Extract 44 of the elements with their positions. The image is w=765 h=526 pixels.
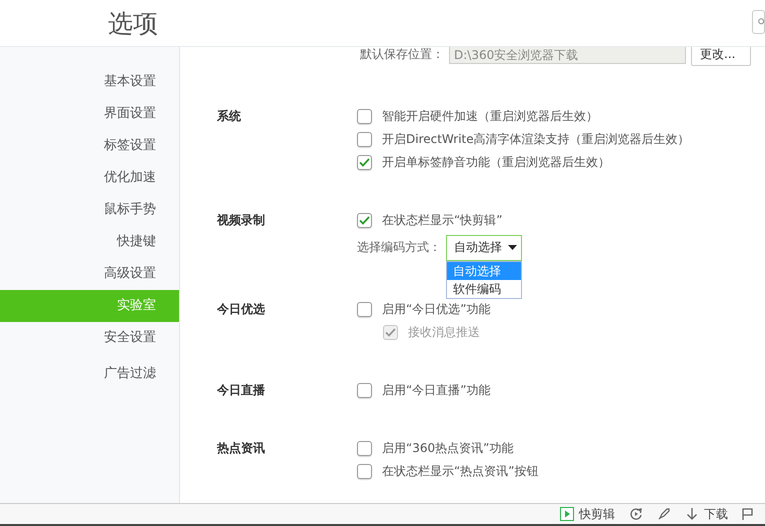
checkbox[interactable] xyxy=(357,302,372,317)
checkbox-label: 启用“360热点资讯”功能 xyxy=(382,440,514,457)
checkbox-label: 在状态栏显示“快剪辑” xyxy=(382,212,502,229)
search-field[interactable] xyxy=(752,10,765,34)
sidebar-item[interactable]: 鼠标手势 xyxy=(0,194,179,226)
status-label[interactable]: 下载 xyxy=(704,506,728,522)
checkbox-label: 智能开启硬件加速（重启浏览器后生效） xyxy=(382,108,598,125)
sidebar-item[interactable]: 广告过滤 xyxy=(0,358,179,390)
checkbox[interactable] xyxy=(357,155,372,170)
checkbox[interactable] xyxy=(357,383,372,398)
checkbox-label: 开启单标签静音功能（重启浏览器后生效） xyxy=(382,154,610,171)
checkbox-label: 启用“今日直播”功能 xyxy=(382,382,490,399)
checkbox-label: 开启DirectWrite高清字体渲染支持（重启浏览器后生效） xyxy=(382,131,690,148)
sidebar-item[interactable]: 界面设置 xyxy=(0,98,179,130)
dropdown[interactable]: 自动选择 xyxy=(446,234,522,260)
checkbox[interactable] xyxy=(357,109,372,124)
checkbox-label: 启用“今日优选”功能 xyxy=(382,301,490,318)
change-button[interactable]: 更改... xyxy=(691,47,751,66)
section-title: 今日直播 xyxy=(217,382,266,399)
section-title: 今日优选 xyxy=(217,301,266,318)
sidebar-item[interactable]: 快捷键 xyxy=(0,226,179,258)
dropdown-option[interactable]: 软件编码 xyxy=(447,280,521,298)
refresh-icon xyxy=(629,507,643,521)
section-title: 视频录制 xyxy=(217,212,266,229)
sidebar-item[interactable]: 基本设置 xyxy=(0,66,179,98)
status-label[interactable]: 快剪辑 xyxy=(579,506,615,522)
checkbox-label: 在状态栏显示“热点资讯”按钮 xyxy=(382,463,538,480)
field-label: 默认保存位置： xyxy=(360,47,444,62)
sidebar-item[interactable]: 高级设置 xyxy=(0,258,179,290)
sidebar-item[interactable]: 标签设置 xyxy=(0,130,179,162)
section-title: 系统 xyxy=(217,108,242,125)
checkbox-label: 接收消息推送 xyxy=(408,324,480,341)
checkbox[interactable] xyxy=(357,213,372,228)
checkbox[interactable] xyxy=(357,441,372,456)
checkbox[interactable] xyxy=(357,132,372,147)
arrow-down-icon xyxy=(685,507,699,521)
field-label: 选择编码方式： xyxy=(357,239,442,256)
section-title: 热点资讯 xyxy=(217,440,266,457)
sidebar-item[interactable]: 安全设置 xyxy=(0,322,179,354)
window-title: 选项 xyxy=(108,8,158,40)
caret-icon xyxy=(508,245,517,250)
sidebar-item[interactable]: 优化加速 xyxy=(0,162,179,194)
checkbox[interactable] xyxy=(357,464,372,479)
play-icon xyxy=(560,507,574,521)
